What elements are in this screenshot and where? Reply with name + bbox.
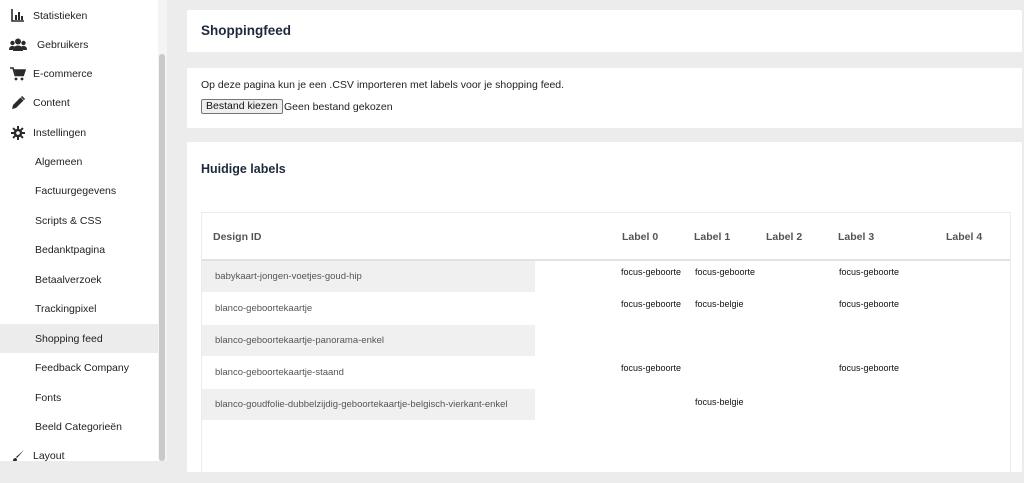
label-1-cell: focus-belgie bbox=[695, 397, 744, 407]
design-id-cell: blanco-geboortekaartje-staand bbox=[215, 367, 344, 378]
page-header-card: Shoppingfeed bbox=[187, 10, 1022, 52]
column-header-label-4[interactable]: Label 4 bbox=[946, 231, 982, 243]
column-header-label-1[interactable]: Label 1 bbox=[694, 231, 730, 243]
sidebar-item-factuurgegevens[interactable]: Factuurgegevens bbox=[0, 176, 158, 205]
sidebar-item-label: Instellingen bbox=[33, 126, 87, 139]
sidebar-item-bedanktpagina[interactable]: Bedanktpagina bbox=[0, 235, 158, 264]
column-header-label-0[interactable]: Label 0 bbox=[622, 231, 658, 243]
brush-icon bbox=[9, 448, 27, 461]
sidebar-item-label: Algemeen bbox=[35, 155, 83, 168]
label-0-cell: focus-geboorte bbox=[621, 267, 682, 277]
design-id-cell: blanco-geboortekaartje-panorama-enkel bbox=[202, 325, 535, 356]
sidebar-item-content[interactable]: Content bbox=[0, 88, 158, 117]
sidebar-item-label: Factuurgegevens bbox=[35, 184, 117, 197]
sidebar-item-betaalverzoek[interactable]: Betaalverzoek bbox=[0, 265, 158, 294]
sidebar-item-gebruikers[interactable]: Gebruikers bbox=[0, 30, 158, 59]
no-file-text: Geen bestand gekozen bbox=[284, 101, 393, 113]
design-id-cell: blanco-geboortekaartje bbox=[215, 303, 313, 314]
sidebar-item-label: Scripts & CSS bbox=[35, 214, 102, 227]
sidebar-item-statistieken[interactable]: Statistieken bbox=[0, 1, 158, 30]
design-id-cell: babykaart-jongen-voetjes-goud-hip bbox=[202, 261, 535, 292]
sidebar-scrollbar[interactable] bbox=[158, 0, 167, 461]
page-title: Shoppingfeed bbox=[201, 23, 291, 38]
label-3-cell: focus-geboorte bbox=[839, 267, 900, 277]
sidebar-item-e-commerce[interactable]: E-commerce bbox=[0, 59, 158, 88]
label-3-cell: focus-geboorte bbox=[839, 299, 900, 309]
cart-icon bbox=[9, 66, 27, 82]
sidebar-item-label: Feedback Company bbox=[35, 361, 129, 374]
sidebar-item-label: Beeld Categorieën bbox=[35, 420, 122, 433]
sidebar-item-label: Betaalverzoek bbox=[35, 273, 102, 286]
sidebar-item-label: Gebruikers bbox=[37, 38, 89, 51]
gear-icon bbox=[9, 125, 27, 141]
import-card: Op deze pagina kun je een .CSV importere… bbox=[187, 68, 1022, 128]
label-3-cell: focus-geboorte bbox=[839, 363, 900, 373]
import-description: Op deze pagina kun je een .CSV importere… bbox=[201, 79, 565, 91]
label-0-cell: focus-geboorte bbox=[621, 363, 682, 373]
labels-title: Huidige labels bbox=[201, 162, 286, 176]
sidebar-item-shopping-feed[interactable]: Shopping feed bbox=[0, 324, 158, 353]
sidebar-item-label: Shopping feed bbox=[35, 332, 103, 345]
sidebar-item-label: Statistieken bbox=[33, 9, 88, 22]
column-header-design-id[interactable]: Design ID bbox=[213, 231, 261, 243]
sidebar-item-beeld-categorie-n[interactable]: Beeld Categorieën bbox=[0, 412, 158, 441]
labels-table: Design ID Label 0 Label 1 Label 2 Label … bbox=[201, 212, 1011, 483]
column-header-label-2[interactable]: Label 2 bbox=[766, 231, 802, 243]
sidebar-item-label: Bedanktpagina bbox=[35, 243, 106, 256]
labels-card: Huidige labels Design ID Label 0 Label 1… bbox=[187, 142, 1022, 483]
design-id-cell: blanco-goudfolie-dubbelzijdig-geboorteka… bbox=[202, 389, 535, 420]
sidebar-item-label: Content bbox=[33, 96, 70, 109]
sidebar-item-scripts-css[interactable]: Scripts & CSS bbox=[0, 206, 158, 235]
sidebar-scrollbar-thumb[interactable] bbox=[159, 54, 165, 461]
sidebar-item-instellingen[interactable]: Instellingen bbox=[0, 118, 158, 147]
label-1-cell: focus-geboorte bbox=[695, 267, 756, 277]
users-icon bbox=[9, 37, 27, 53]
label-1-cell: focus-belgie bbox=[695, 299, 744, 309]
sidebar-item-label: Trackingpixel bbox=[35, 302, 97, 315]
sidebar-item-label: Fonts bbox=[35, 391, 62, 404]
sidebar: Statistieken Gebruikers E-commerce Content I… bbox=[0, 0, 158, 461]
table-header: Design ID Label 0 Label 1 Label 2 Label … bbox=[202, 213, 1010, 261]
pencil-icon bbox=[9, 95, 27, 111]
bar-chart-icon bbox=[9, 8, 27, 24]
sidebar-item-fonts[interactable]: Fonts bbox=[0, 383, 158, 412]
sidebar-item-label: Layout bbox=[33, 449, 65, 462]
sidebar-item-feedback-company[interactable]: Feedback Company bbox=[0, 353, 158, 382]
sidebar-item-algemeen[interactable]: Algemeen bbox=[0, 147, 158, 176]
sidebar-item-layout[interactable]: Layout bbox=[0, 441, 158, 461]
choose-file-button[interactable]: Bestand kiezen bbox=[201, 99, 283, 114]
sidebar-item-trackingpixel[interactable]: Trackingpixel bbox=[0, 294, 158, 323]
column-header-label-3[interactable]: Label 3 bbox=[838, 231, 874, 243]
label-0-cell: focus-geboorte bbox=[621, 299, 682, 309]
sidebar-item-label: E-commerce bbox=[33, 67, 93, 80]
